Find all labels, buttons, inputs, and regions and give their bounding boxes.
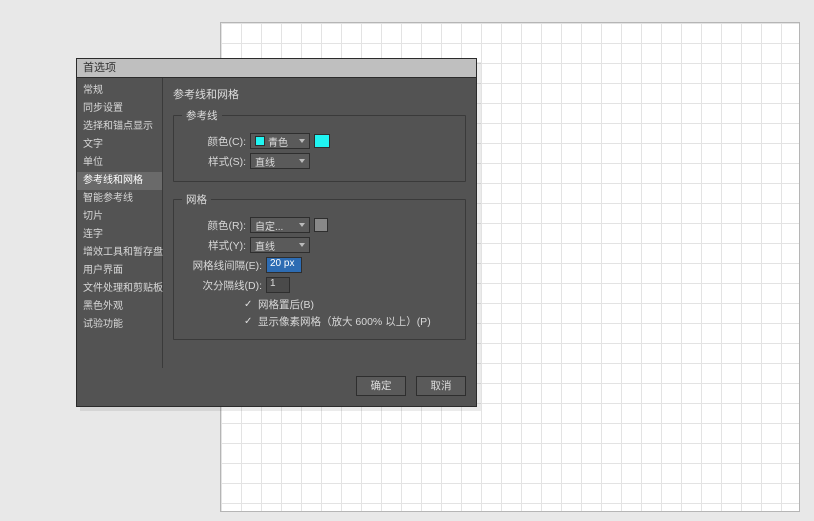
preferences-content: 参考线和网格 参考线 颜色(C): 青色 样式(S): 直线 xyxy=(163,78,476,368)
check-icon: ✓ xyxy=(244,316,254,327)
sidebar-item-5[interactable]: 参考线和网格 xyxy=(77,172,162,190)
sidebar-item-2[interactable]: 选择和锚点显示 xyxy=(77,118,162,136)
grid-color-label: 颜色(R): xyxy=(182,218,246,233)
grid-color-value: 自定... xyxy=(255,218,283,233)
ok-button[interactable]: 确定 xyxy=(356,376,406,396)
grid-style-dropdown[interactable]: 直线 xyxy=(250,237,310,253)
grid-back-label: 网格置后(B) xyxy=(258,297,314,312)
guides-color-label: 颜色(C): xyxy=(182,134,246,149)
grid-subdiv-input[interactable]: 1 xyxy=(266,277,290,293)
grid-subdiv-label: 次分隔线(D): xyxy=(182,278,262,293)
sidebar-item-0[interactable]: 常规 xyxy=(77,82,162,100)
preferences-dialog: 首选项 常规同步设置选择和锚点显示文字单位参考线和网格智能参考线切片连字增效工具… xyxy=(76,58,477,407)
grid-color-dropdown[interactable]: 自定... xyxy=(250,217,310,233)
grid-spacing-input[interactable]: 20 px xyxy=(266,257,302,273)
guides-color-value: 青色 xyxy=(268,134,288,149)
grid-pixel-checkbox[interactable]: ✓ 显示像素网格（放大 600% 以上）(P) xyxy=(244,314,457,329)
sidebar-item-7[interactable]: 切片 xyxy=(77,208,162,226)
grid-style-label: 样式(Y): xyxy=(182,238,246,253)
sidebar-item-12[interactable]: 黑色外观 xyxy=(77,298,162,316)
dialog-footer: 确定 取消 xyxy=(77,368,476,406)
group-guides: 参考线 颜色(C): 青色 样式(S): 直线 xyxy=(173,108,466,182)
sidebar-item-1[interactable]: 同步设置 xyxy=(77,100,162,118)
dialog-titlebar[interactable]: 首选项 xyxy=(77,59,476,77)
cancel-button[interactable]: 取消 xyxy=(416,376,466,396)
guides-color-swatch-inline xyxy=(255,136,265,146)
guides-style-dropdown[interactable]: 直线 xyxy=(250,153,310,169)
sidebar-item-9[interactable]: 增效工具和暂存盘 xyxy=(77,244,162,262)
guides-style-value: 直线 xyxy=(255,154,275,169)
sidebar-item-10[interactable]: 用户界面 xyxy=(77,262,162,280)
sidebar-item-11[interactable]: 文件处理和剪贴板 xyxy=(77,280,162,298)
group-grid: 网格 颜色(R): 自定... 样式(Y): 直线 网格线间隔(E): xyxy=(173,192,466,340)
grid-pixel-label: 显示像素网格（放大 600% 以上）(P) xyxy=(258,314,431,329)
grid-spacing-label: 网格线间隔(E): xyxy=(182,258,262,273)
guides-color-dropdown[interactable]: 青色 xyxy=(250,133,310,149)
dialog-title: 首选项 xyxy=(83,62,116,74)
preferences-sidebar: 常规同步设置选择和锚点显示文字单位参考线和网格智能参考线切片连字增效工具和暂存盘… xyxy=(77,78,163,368)
sidebar-item-3[interactable]: 文字 xyxy=(77,136,162,154)
guides-color-swatch[interactable] xyxy=(314,134,330,148)
grid-color-swatch[interactable] xyxy=(314,218,328,232)
sidebar-item-4[interactable]: 单位 xyxy=(77,154,162,172)
grid-style-value: 直线 xyxy=(255,238,275,253)
sidebar-item-8[interactable]: 连字 xyxy=(77,226,162,244)
sidebar-item-6[interactable]: 智能参考线 xyxy=(77,190,162,208)
check-icon: ✓ xyxy=(244,299,254,310)
grid-back-checkbox[interactable]: ✓ 网格置后(B) xyxy=(244,297,457,312)
group-guides-legend: 参考线 xyxy=(182,108,222,123)
group-grid-legend: 网格 xyxy=(182,192,211,207)
panel-heading: 参考线和网格 xyxy=(173,86,466,102)
guides-style-label: 样式(S): xyxy=(182,154,246,169)
sidebar-item-13[interactable]: 试验功能 xyxy=(77,316,162,334)
